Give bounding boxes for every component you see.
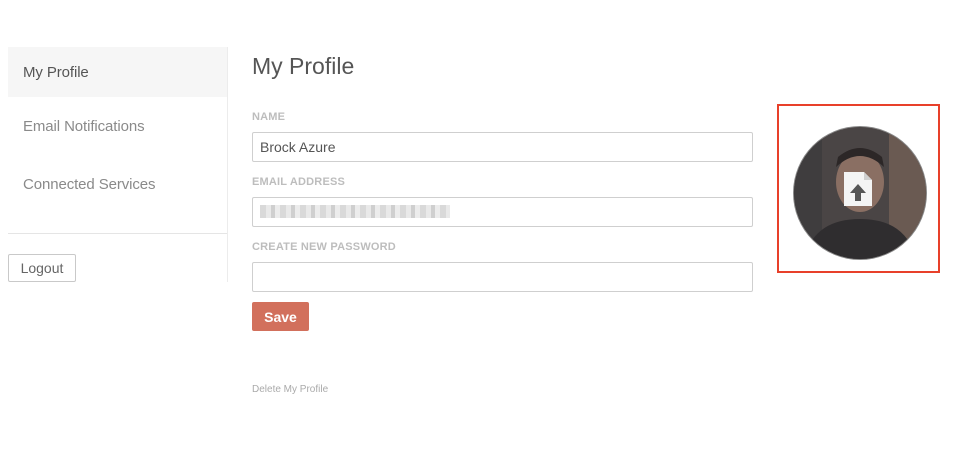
sidebar-item-my-profile[interactable]: My Profile [8,47,227,97]
sidebar-item-connected-services[interactable]: Connected Services [8,155,227,213]
name-label: NAME [252,111,286,123]
logout-button[interactable]: Logout [8,254,76,282]
name-field[interactable] [252,132,753,162]
sidebar-divider [8,233,227,234]
sidebar-item-label: My Profile [23,63,89,81]
password-label: CREATE NEW PASSWORD [252,241,396,253]
email-label: EMAIL ADDRESS [252,176,346,188]
upload-icon[interactable] [842,170,874,208]
password-field[interactable] [252,262,753,292]
delete-profile-link[interactable]: Delete My Profile [252,384,328,395]
save-button[interactable]: Save [252,302,309,331]
sidebar-item-email-notifications[interactable]: Email Notifications [8,97,227,155]
sidebar-item-label: Email Notifications [23,117,145,135]
sidebar: My Profile Email Notifications Connected… [8,47,228,282]
page-title: My Profile [252,53,355,79]
email-field[interactable] [252,197,753,227]
sidebar-item-label: Connected Services [23,175,156,193]
